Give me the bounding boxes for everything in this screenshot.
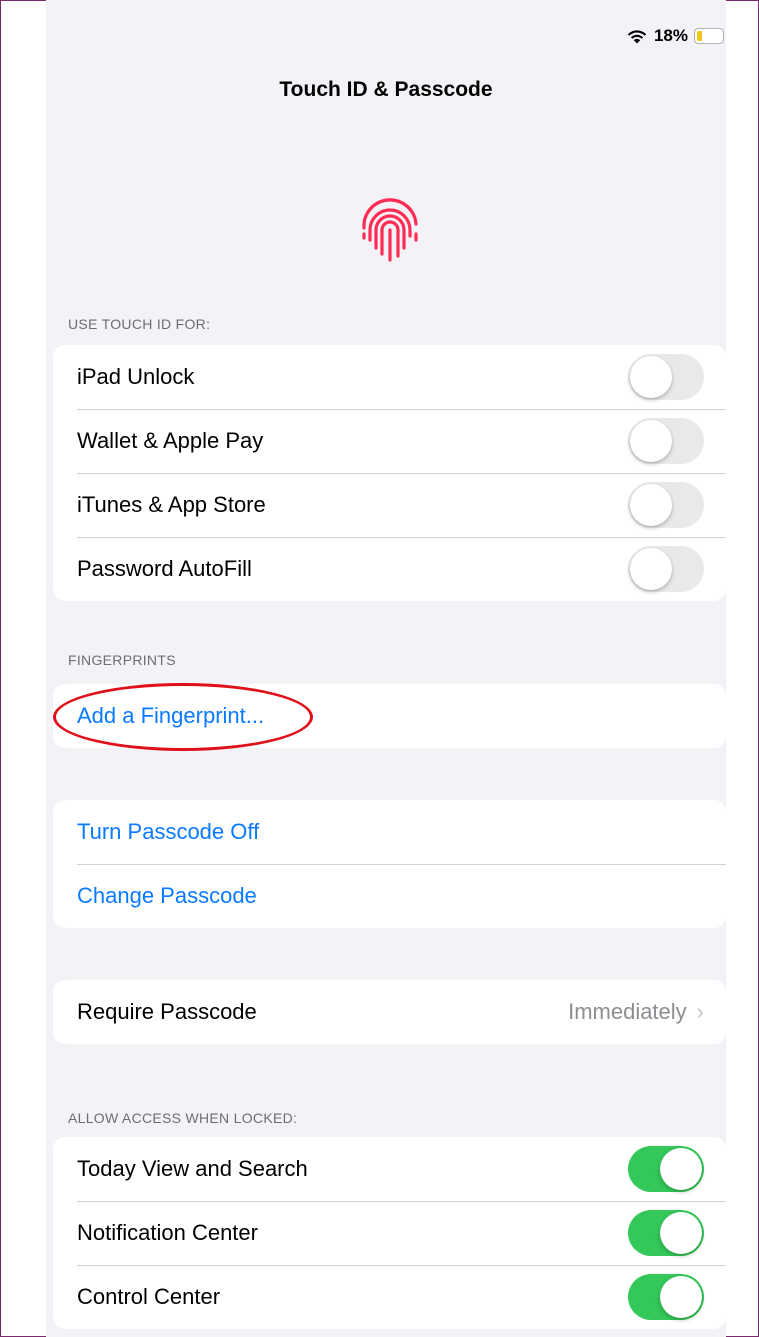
row-password-autofill: Password AutoFill: [53, 537, 726, 601]
ipad-unlock-toggle[interactable]: [628, 354, 704, 400]
chevron-right-icon: ›: [696, 999, 704, 1024]
row-itunes-app-store: iTunes & App Store: [53, 473, 726, 537]
row-notification-center: Notification Center: [53, 1201, 726, 1265]
change-passcode-label: Change Passcode: [77, 883, 257, 908]
row-label: Notification Center: [77, 1220, 258, 1245]
annotation-circle: [53, 683, 313, 751]
status-bar: 18%: [626, 25, 724, 47]
row-control-center: Control Center: [53, 1265, 726, 1329]
settings-screen: 18% Touch ID & Passcode USE TOUCH ID FOR…: [46, 0, 726, 1337]
notification-center-toggle[interactable]: [628, 1210, 704, 1256]
fingerprints-header: FINGERPRINTS: [68, 652, 176, 668]
require-passcode-label: Require Passcode: [77, 999, 257, 1024]
allow-access-header: ALLOW ACCESS WHEN LOCKED:: [68, 1110, 298, 1126]
battery-percent: 18%: [653, 26, 688, 45]
row-label: Wallet & Apple Pay: [77, 428, 264, 453]
itunes-app-store-toggle[interactable]: [628, 482, 704, 528]
turn-passcode-off-button[interactable]: Turn Passcode Off: [53, 800, 726, 864]
row-label: Password AutoFill: [77, 556, 252, 581]
wifi-icon: [626, 28, 648, 44]
row-label: Today View and Search: [77, 1156, 308, 1181]
page-title: Touch ID & Passcode: [279, 78, 493, 101]
passcode-group: Turn Passcode Off Change Passcode: [53, 800, 726, 928]
row-today-view-search: Today View and Search: [53, 1137, 726, 1201]
use-touch-id-group: iPad Unlock Wallet & Apple Pay iTunes & …: [53, 345, 726, 601]
turn-passcode-off-label: Turn Passcode Off: [77, 819, 260, 844]
allow-access-group: Today View and Search Notification Cente…: [53, 1137, 726, 1329]
today-view-search-toggle[interactable]: [628, 1146, 704, 1192]
require-passcode-group: Require Passcode Immediately ›: [53, 980, 726, 1044]
require-passcode-value: Immediately: [568, 999, 687, 1024]
use-touch-id-header: USE TOUCH ID FOR:: [68, 316, 211, 332]
fingerprint-icon: [356, 190, 424, 266]
battery-icon: [694, 28, 724, 44]
change-passcode-button[interactable]: Change Passcode: [53, 864, 726, 928]
control-center-toggle[interactable]: [628, 1274, 704, 1320]
row-ipad-unlock: iPad Unlock: [53, 345, 726, 409]
require-passcode-row[interactable]: Require Passcode Immediately ›: [53, 980, 726, 1044]
row-wallet-apple-pay: Wallet & Apple Pay: [53, 409, 726, 473]
row-label: iTunes & App Store: [77, 492, 266, 517]
wallet-apple-pay-toggle[interactable]: [628, 418, 704, 464]
row-label: Control Center: [77, 1284, 221, 1309]
password-autofill-toggle[interactable]: [628, 546, 704, 592]
row-label: iPad Unlock: [77, 364, 195, 389]
